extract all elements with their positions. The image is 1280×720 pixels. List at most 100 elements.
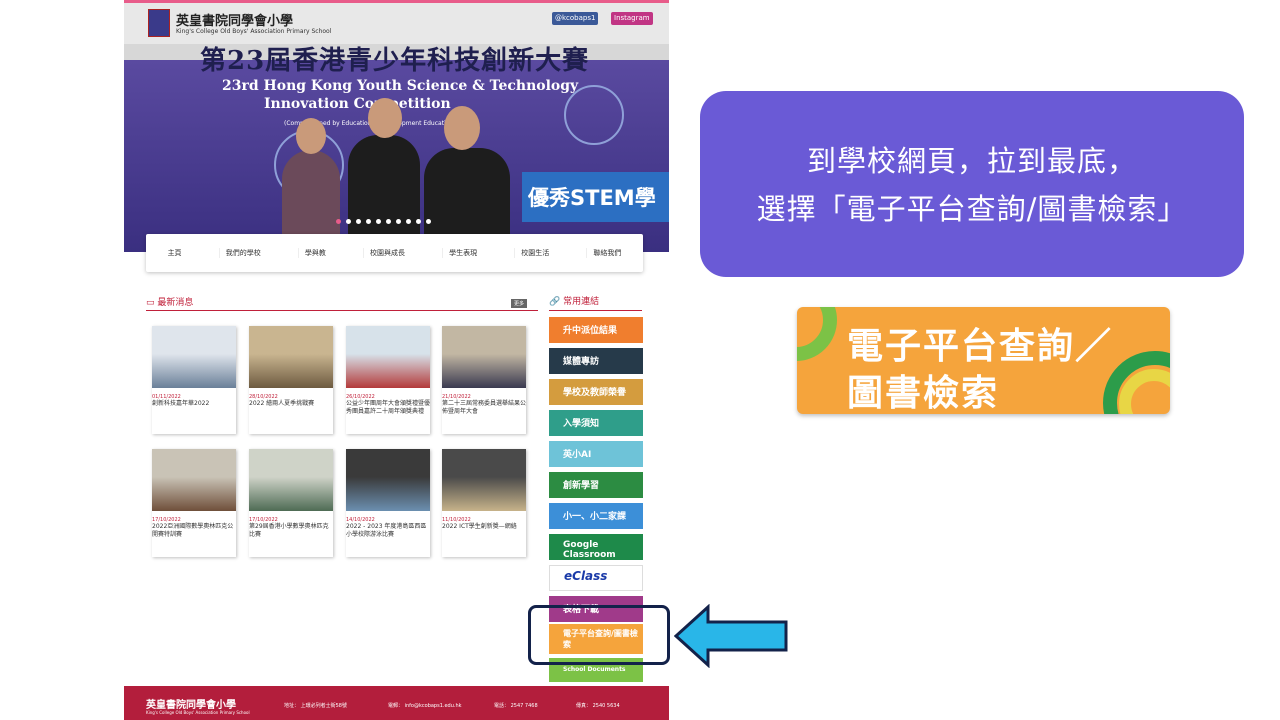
person-head bbox=[444, 106, 480, 150]
instruction-line-2: 選擇「電子平台查詢/圖書檢索」 bbox=[756, 192, 1188, 226]
stem-award-tag: 優秀STEM學 bbox=[522, 172, 669, 222]
footer-fax-label: 傳真： bbox=[576, 703, 592, 709]
news-card[interactable]: 11/10/2022 2022 ICT學生創新獎—網絡 bbox=[442, 449, 526, 557]
footer-school-sub: King's College Old Boys' Association Pri… bbox=[146, 710, 250, 715]
news-card[interactable]: 28/10/2022 2022 繪兩人夏季挑戰賽 bbox=[249, 326, 333, 434]
footer-address: 地址： 上環必列者士街58號 bbox=[284, 702, 347, 709]
quick-link-homework[interactable]: 小一、小二家課 bbox=[549, 503, 643, 529]
carousel-dot[interactable] bbox=[396, 219, 401, 224]
carousel-dot[interactable] bbox=[376, 219, 381, 224]
arrow-shape bbox=[674, 604, 788, 668]
news-card[interactable]: 17/10/2022 第29屆香港小學數學奧林匹克比賽 bbox=[249, 449, 333, 557]
instagram-link[interactable]: Instagram bbox=[611, 12, 653, 25]
school-crest-icon bbox=[148, 9, 170, 37]
footer-address-label: 地址： bbox=[284, 703, 300, 709]
news-caption: 2022亞洲國際數學奧林匹克公開賽特訓賽 bbox=[152, 523, 234, 538]
news-caption: 第二十三屆常務委員選舉結果公佈暨周年大會 bbox=[442, 400, 527, 415]
news-photo bbox=[249, 449, 333, 511]
more-news-button[interactable]: 更多 bbox=[511, 299, 528, 308]
instruction-callout: 到學校網頁，拉到最底， 選擇「電子平台查詢/圖書檢索」 bbox=[700, 91, 1244, 277]
carousel-dot[interactable] bbox=[416, 219, 421, 224]
footer-address-value: 上環必列者士街58號 bbox=[300, 703, 347, 709]
quick-link-admission[interactable]: 入學須知 bbox=[549, 410, 643, 436]
footer-phone: 電話： 2547 7468 bbox=[494, 702, 538, 709]
news-caption: 第29屆香港小學數學奧林匹克比賽 bbox=[249, 523, 329, 538]
school-name-english: King's College Old Boys' Association Pri… bbox=[176, 28, 332, 35]
person-head bbox=[368, 98, 402, 138]
footer-phone-value: 2547 7468 bbox=[510, 703, 538, 709]
news-caption: 公益少年團周年大會頒獎禮暨優秀團員嘉許二十周年頒獎典禮 bbox=[346, 400, 431, 415]
link-icon: 🔗 bbox=[549, 297, 561, 307]
decorative-arc bbox=[797, 307, 837, 361]
news-photo bbox=[442, 449, 526, 511]
nav-item-our-school[interactable]: 我們的學校 bbox=[218, 248, 267, 258]
carousel-dot[interactable] bbox=[426, 219, 431, 224]
quick-link-secondary-allocation[interactable]: 升中派位結果 bbox=[549, 317, 643, 343]
news-caption: 2022 ICT學生創新獎—網絡 bbox=[442, 523, 517, 530]
carousel-dot[interactable] bbox=[346, 219, 351, 224]
news-card[interactable]: 26/10/2022 公益少年團周年大會頒獎禮暨優秀團員嘉許二十周年頒獎典禮 bbox=[346, 326, 430, 434]
news-section-title: ▭ 最新消息 bbox=[146, 298, 194, 308]
links-divider bbox=[549, 310, 642, 311]
links-title-text: 常用連結 bbox=[563, 297, 600, 307]
news-caption: 創新科技嘉年華2022 bbox=[152, 400, 210, 407]
quick-link-google-classroom[interactable]: Google Classroom bbox=[549, 534, 643, 560]
news-photo bbox=[152, 326, 236, 388]
nav-item-home[interactable]: 主頁 bbox=[162, 248, 188, 258]
footer-email-label: 電郵： bbox=[388, 703, 404, 709]
site-header: 英皇書院同學會小學 King's College Old Boys' Assoc… bbox=[124, 0, 669, 44]
news-photo bbox=[249, 326, 333, 388]
quick-link-innovative-learning[interactable]: 創新學習 bbox=[549, 472, 643, 498]
news-card[interactable]: 14/10/2022 2022 - 2023 年度港島區西區小學校際游泳比賽 bbox=[346, 449, 430, 557]
news-divider bbox=[146, 310, 538, 311]
footer-fax-value: 2540 5634 bbox=[592, 703, 620, 709]
news-card[interactable]: 21/10/2022 第二十三屆常務委員選舉結果公佈暨周年大會 bbox=[442, 326, 526, 434]
quick-link-honours[interactable]: 學校及教師榮譽 bbox=[549, 379, 643, 405]
instruction-line-1: 到學校網頁，拉到最底， bbox=[806, 144, 1137, 178]
left-arrow-icon bbox=[674, 604, 788, 668]
nav-item-contact[interactable]: 聯絡我們 bbox=[586, 248, 627, 258]
carousel-dot[interactable] bbox=[366, 219, 371, 224]
highlight-box bbox=[528, 605, 670, 665]
button-label-line-1: 電子平台查詢／ bbox=[847, 326, 1114, 367]
nav-item-performance[interactable]: 學生表現 bbox=[442, 248, 483, 258]
person-head bbox=[296, 118, 326, 154]
news-photo bbox=[152, 449, 236, 511]
banner-subtitle-2: Innovation Competition bbox=[264, 96, 451, 112]
footer-fax: 傳真： 2540 5634 bbox=[576, 702, 620, 709]
banner-title: 第23屆香港青少年科技創新大賽 bbox=[200, 46, 590, 76]
links-section-title: 🔗 常用連結 bbox=[549, 294, 599, 307]
quick-link-media[interactable]: 媒體專訪 bbox=[549, 348, 643, 374]
news-caption: 2022 - 2023 年度港島區西區小學校際游泳比賽 bbox=[346, 523, 427, 538]
news-title-text: 最新消息 bbox=[157, 298, 194, 308]
nav-item-learning[interactable]: 學與教 bbox=[297, 248, 332, 258]
carousel-dot[interactable] bbox=[336, 219, 341, 224]
button-label-line-2: 圖書檢索 bbox=[847, 373, 1000, 414]
news-card[interactable]: 17/10/2022 2022亞洲國際數學奧林匹克公開賽特訓賽 bbox=[152, 449, 236, 557]
footer-email-value: info@kcobaps1.edu.hk bbox=[404, 703, 462, 709]
facebook-link[interactable]: @kcobaps1 bbox=[552, 12, 599, 25]
nav-item-school-life[interactable]: 校園生活 bbox=[514, 248, 555, 258]
footer-school-name: 英皇書院同學會小學 bbox=[146, 700, 236, 711]
news-photo bbox=[442, 326, 526, 388]
carousel-dots[interactable] bbox=[336, 219, 431, 224]
news-photo bbox=[346, 449, 430, 511]
main-navigation: 主頁 我們的學校 學與教 校園與成長 學生表現 校園生活 聯絡我們 bbox=[146, 234, 643, 272]
hero-banner: 英皇書院同學會小學 King's College Old Boys' Assoc… bbox=[124, 0, 669, 252]
quick-link-eclass[interactable]: eClass bbox=[549, 565, 643, 591]
site-footer: 英皇書院同學會小學 King's College Old Boys' Assoc… bbox=[124, 686, 669, 720]
banner-subtitle: 23rd Hong Kong Youth Science & Technolog… bbox=[222, 78, 579, 94]
carousel-dot[interactable] bbox=[406, 219, 411, 224]
school-name: 英皇書院同學會小學 bbox=[176, 14, 294, 29]
news-caption: 2022 繪兩人夏季挑戰賽 bbox=[249, 400, 315, 407]
news-card[interactable]: 01/11/2022 創新科技嘉年華2022 bbox=[152, 326, 236, 434]
bulb-decoration bbox=[564, 85, 624, 145]
nav-item-growth[interactable]: 校園與成長 bbox=[362, 248, 411, 258]
quick-link-ai[interactable]: 英小AI bbox=[549, 441, 643, 467]
news-photo bbox=[346, 326, 430, 388]
e-platform-library-button-enlarged[interactable]: 電子平台查詢／ 圖書檢索 bbox=[797, 307, 1170, 414]
carousel-dot[interactable] bbox=[386, 219, 391, 224]
carousel-dot[interactable] bbox=[356, 219, 361, 224]
footer-email[interactable]: 電郵： info@kcobaps1.edu.hk bbox=[388, 702, 462, 709]
footer-phone-label: 電話： bbox=[494, 703, 510, 709]
